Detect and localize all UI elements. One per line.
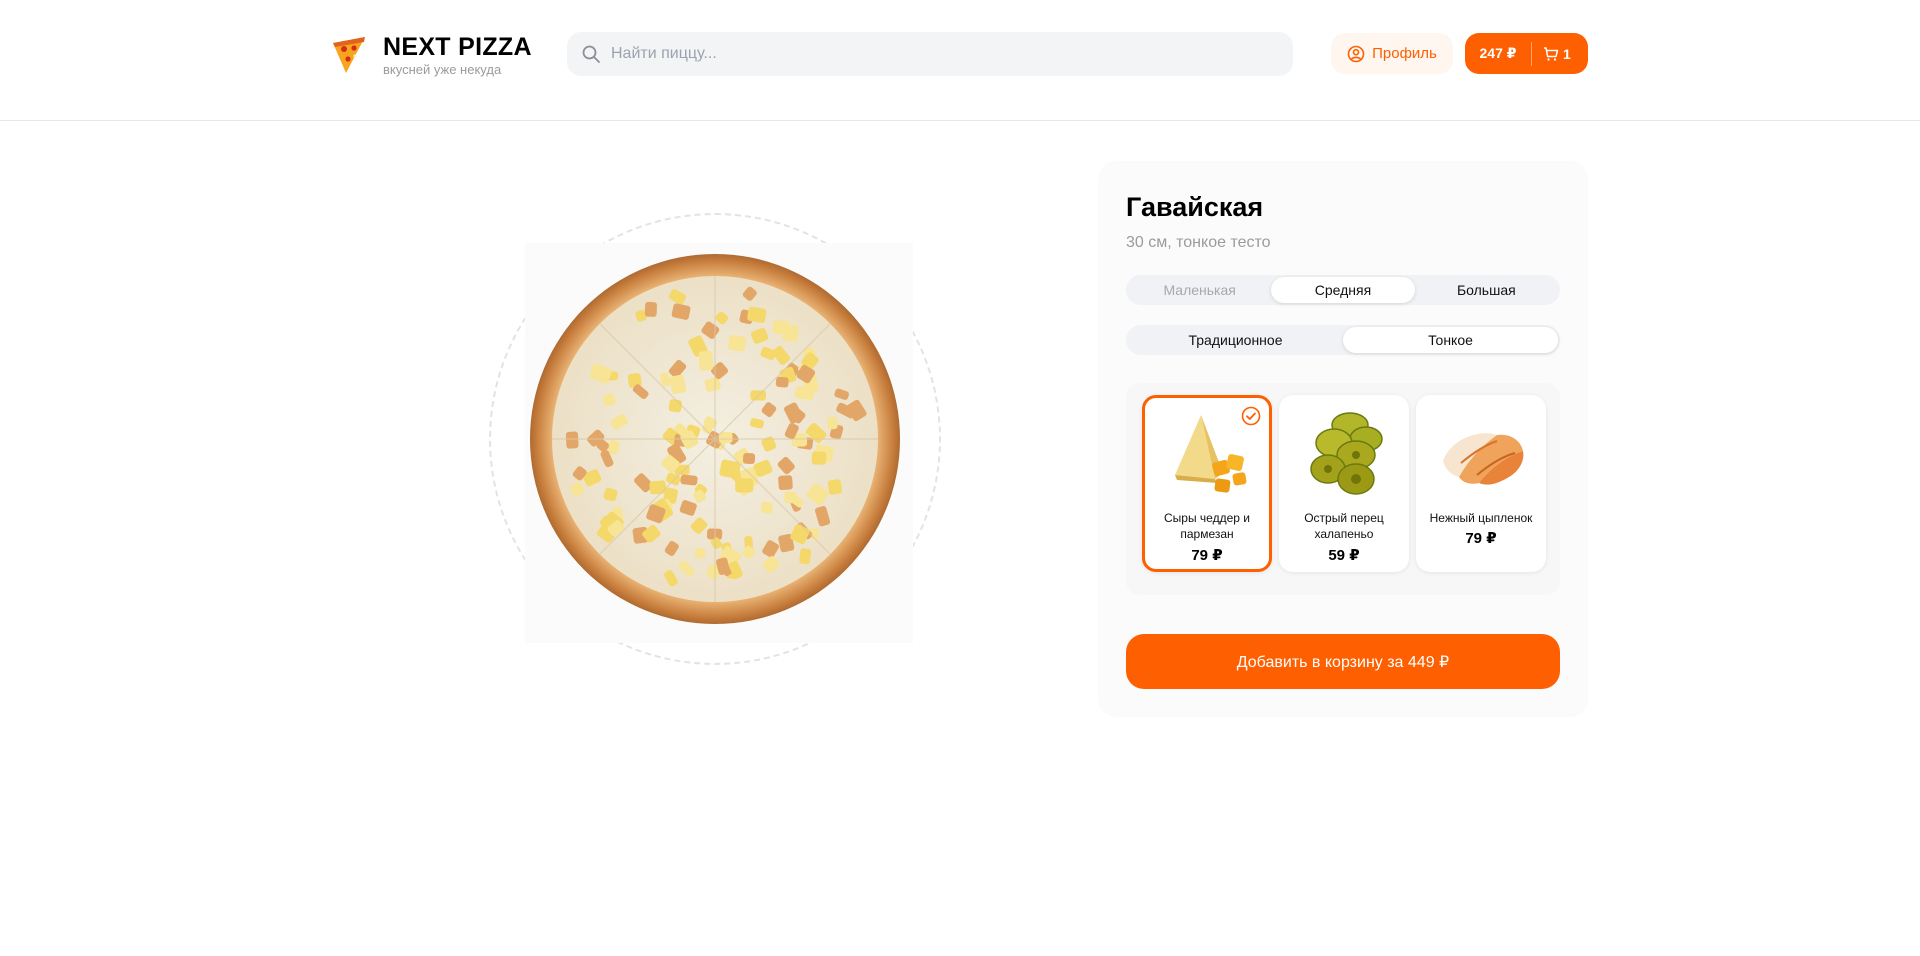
pizza-image (530, 254, 900, 624)
ingredient-card-chicken[interactable]: Нежный цыпленок 79 ₽ (1416, 395, 1546, 572)
cart-divider (1531, 41, 1532, 66)
pizza-image-area (489, 213, 941, 665)
pizza-pineapple-piece (772, 320, 790, 335)
dough-option-traditional[interactable]: Традиционное (1128, 327, 1343, 353)
pizza-pineapple-piece (668, 399, 682, 413)
size-option-medium[interactable]: Средняя (1271, 277, 1415, 303)
pizza-chicken-piece (565, 431, 579, 449)
chicken-icon (1443, 433, 1524, 485)
profile-label: Профиль (1372, 45, 1437, 62)
size-option-large[interactable]: Большая (1415, 277, 1558, 303)
ingredient-price: 59 ₽ (1328, 547, 1360, 564)
logo[interactable]: NEXT PIZZA вкусней уже некуда (330, 33, 532, 77)
ingredient-name: Сыры чеддер и пармезан (1164, 511, 1250, 541)
site-header: NEXT PIZZA вкусней уже некуда Профиль 24… (0, 0, 1920, 121)
ingredient-price: 79 ₽ (1191, 547, 1223, 564)
jalapeno-icon (1310, 412, 1383, 495)
pizza-pineapple-piece (799, 548, 812, 565)
pizza-pineapple-piece (698, 350, 714, 371)
pizza-logo-icon (333, 37, 365, 73)
pizza-pineapple-piece (728, 335, 747, 352)
cart-count-group: 1 (1543, 46, 1571, 62)
ingredient-card-jalapeno[interactable]: Острый перец халапеньо 59 ₽ (1279, 395, 1409, 572)
size-option-small[interactable]: Маленькая (1128, 277, 1271, 303)
cart-icon (1544, 46, 1559, 61)
pizza-pineapple-piece (811, 451, 827, 465)
product-title: Гавайская (1126, 192, 1264, 222)
ingredient-price: 79 ₽ (1465, 530, 1497, 547)
product-description: 30 см, тонкое тесто (1126, 234, 1271, 251)
size-selector: Маленькая Средняя Большая (1126, 275, 1560, 305)
search-bar[interactable] (567, 32, 1293, 76)
search-input[interactable] (611, 45, 1251, 63)
logo-subtitle: вкусней уже некуда (383, 62, 502, 77)
pizza-pineapple-piece (747, 306, 767, 323)
cart-button[interactable]: 247 ₽ 1 (1465, 33, 1588, 74)
user-icon (1347, 45, 1365, 62)
ingredient-name: Нежный цыпленок (1429, 511, 1533, 525)
pizza-pineapple-piece (694, 548, 706, 559)
ingredient-name: Острый перец халапеньо (1304, 511, 1384, 541)
cheese-icon (1175, 415, 1247, 493)
dough-option-thin[interactable]: Тонкое (1343, 327, 1558, 353)
pizza-chicken-piece (742, 452, 756, 465)
pizza-pineapple-piece (735, 478, 754, 493)
pizza-chicken-piece (680, 474, 698, 486)
ingredient-card-cheese[interactable]: Сыры чеддер и пармезан 79 ₽ (1142, 395, 1272, 572)
search-icon (582, 45, 600, 63)
cart-total: 247 ₽ (1479, 45, 1517, 61)
cart-count: 1 (1563, 45, 1571, 62)
pizza-pineapple-piece (827, 479, 843, 495)
pizza-chicken-piece (778, 475, 793, 491)
logo-title: NEXT PIZZA (383, 33, 532, 61)
pizza-pineapple-piece (649, 480, 667, 495)
ingredients-list: Сыры чеддер и пармезан 79 ₽ Острый перец… (1126, 383, 1560, 595)
dough-selector: Традиционное Тонкое (1126, 325, 1560, 355)
pizza-chicken-piece (775, 376, 789, 388)
profile-button[interactable]: Профиль (1331, 33, 1453, 74)
pizza-pineapple-piece (760, 501, 773, 514)
pizza-pineapple-piece (826, 416, 838, 430)
pizza-chicken-piece (644, 301, 657, 317)
product-panel: Гавайская 30 см, тонкое тесто Маленькая … (1098, 161, 1588, 717)
add-to-cart-button[interactable]: Добавить в корзину за 449 ₽ (1126, 634, 1560, 689)
